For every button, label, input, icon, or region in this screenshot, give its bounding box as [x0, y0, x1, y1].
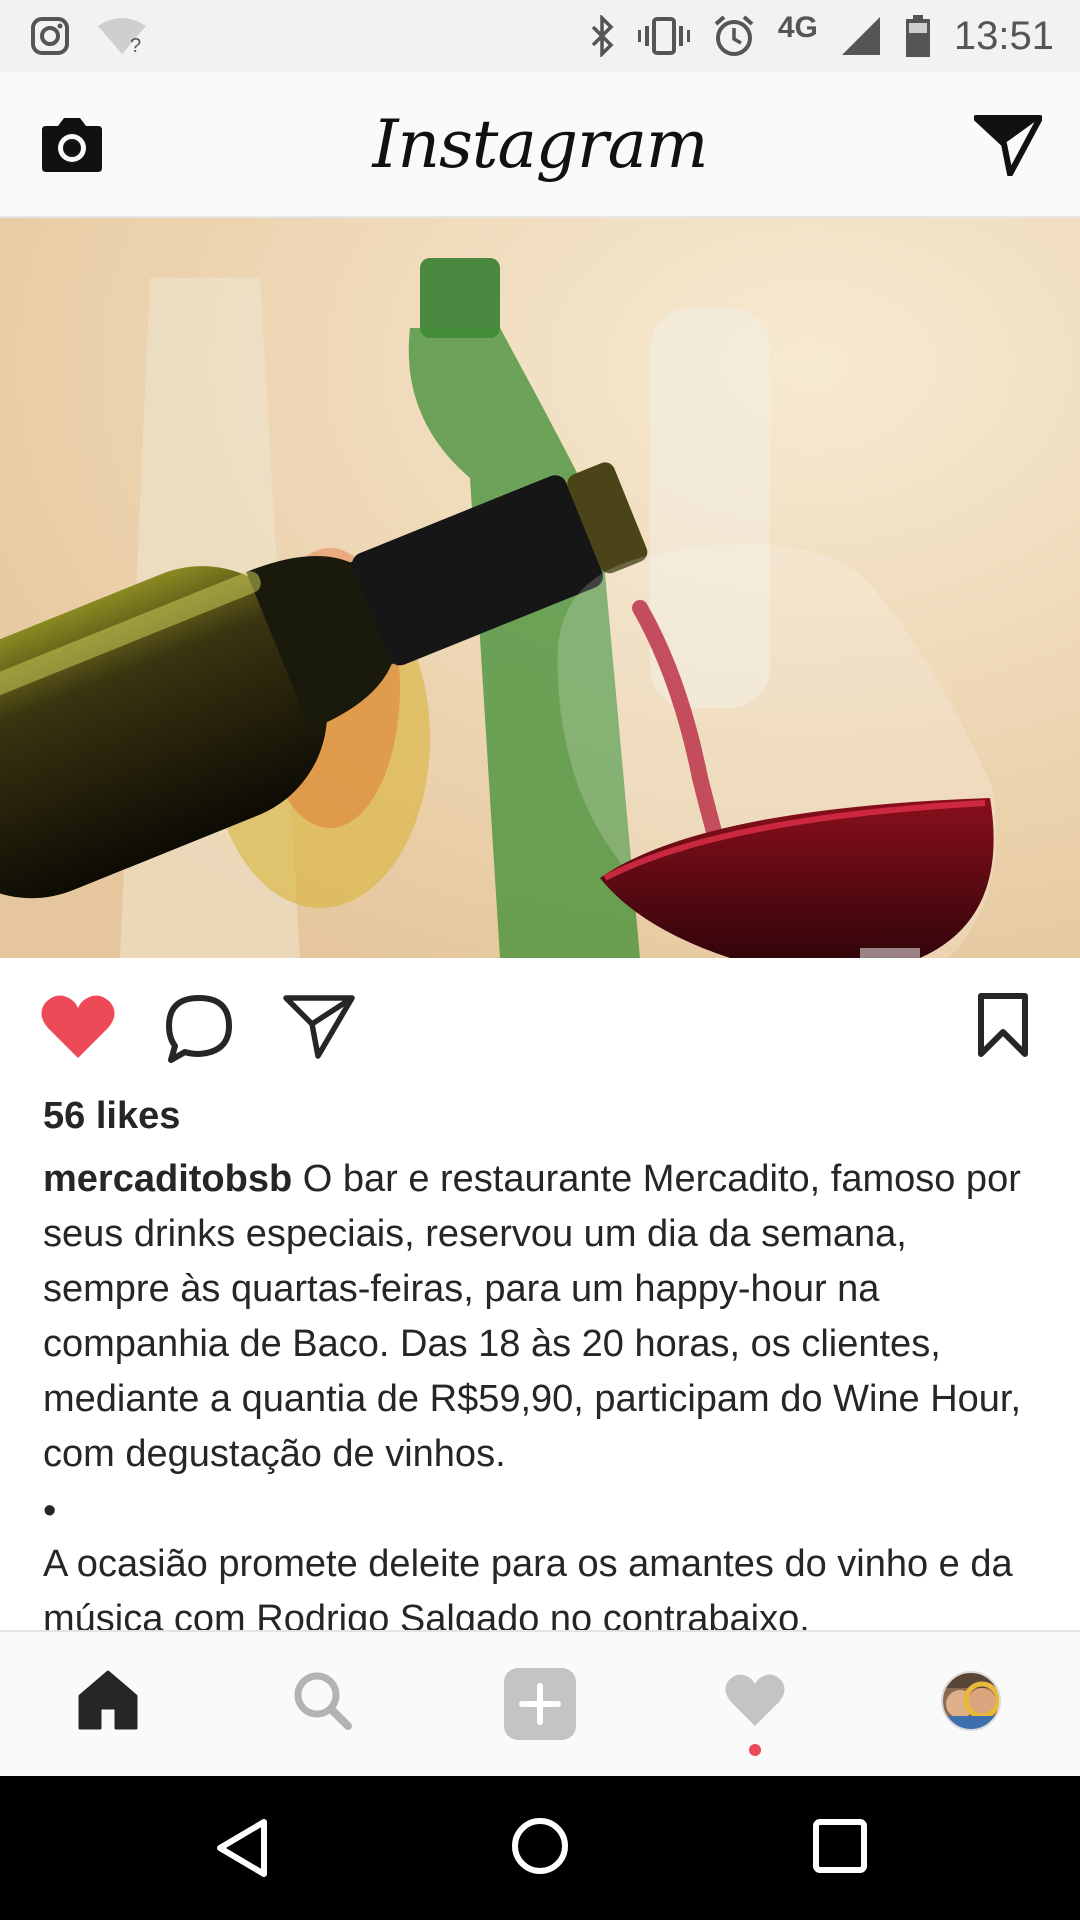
svg-text:?: ? [130, 35, 141, 56]
alarm-icon [714, 15, 754, 56]
app-header: Instagram [0, 72, 1080, 218]
instagram-icon [31, 17, 69, 55]
battery-icon [905, 15, 930, 57]
notification-dot [749, 1744, 761, 1756]
post-photo[interactable] [0, 218, 1080, 958]
direct-send-icon[interactable] [974, 114, 1042, 176]
clock: 13:51 [953, 13, 1054, 58]
search-icon[interactable] [290, 1668, 354, 1732]
signal-icon [841, 17, 880, 55]
app-logo: Instagram [372, 105, 708, 183]
wine-photo [0, 218, 1080, 958]
caption-username[interactable]: mercaditobsb [43, 1158, 292, 1200]
likes-count[interactable]: 56 likes [43, 1095, 180, 1138]
comment-icon[interactable] [163, 992, 235, 1064]
network-type: 4G [777, 11, 818, 44]
wifi-question-icon: ? [98, 18, 146, 56]
share-icon[interactable] [282, 992, 356, 1062]
caption-text: O bar e restaurante Mercadito, famoso po… [43, 1158, 1022, 1475]
camera-icon[interactable] [38, 116, 106, 174]
back-button[interactable] [214, 1816, 270, 1880]
post-caption: mercaditobsb O bar e restaurante Mercadi… [43, 1152, 1043, 1482]
post-actions [0, 980, 1080, 1070]
bottom-nav [0, 1630, 1080, 1778]
bluetooth-icon [591, 15, 614, 57]
caption-separator: • [43, 1490, 57, 1532]
recents-button[interactable] [812, 1818, 868, 1874]
activity-heart-icon[interactable] [724, 1672, 786, 1728]
home-icon[interactable] [76, 1668, 140, 1730]
profile-avatar[interactable] [940, 1670, 1002, 1732]
status-bar: ? 4G 13:51 [0, 0, 1080, 72]
bookmark-icon[interactable] [976, 992, 1030, 1058]
system-nav-bar [0, 1776, 1080, 1920]
add-post-icon[interactable] [504, 1668, 576, 1740]
home-button[interactable] [510, 1816, 570, 1876]
like-heart-icon[interactable] [40, 992, 116, 1060]
vibrate-icon [637, 17, 690, 55]
